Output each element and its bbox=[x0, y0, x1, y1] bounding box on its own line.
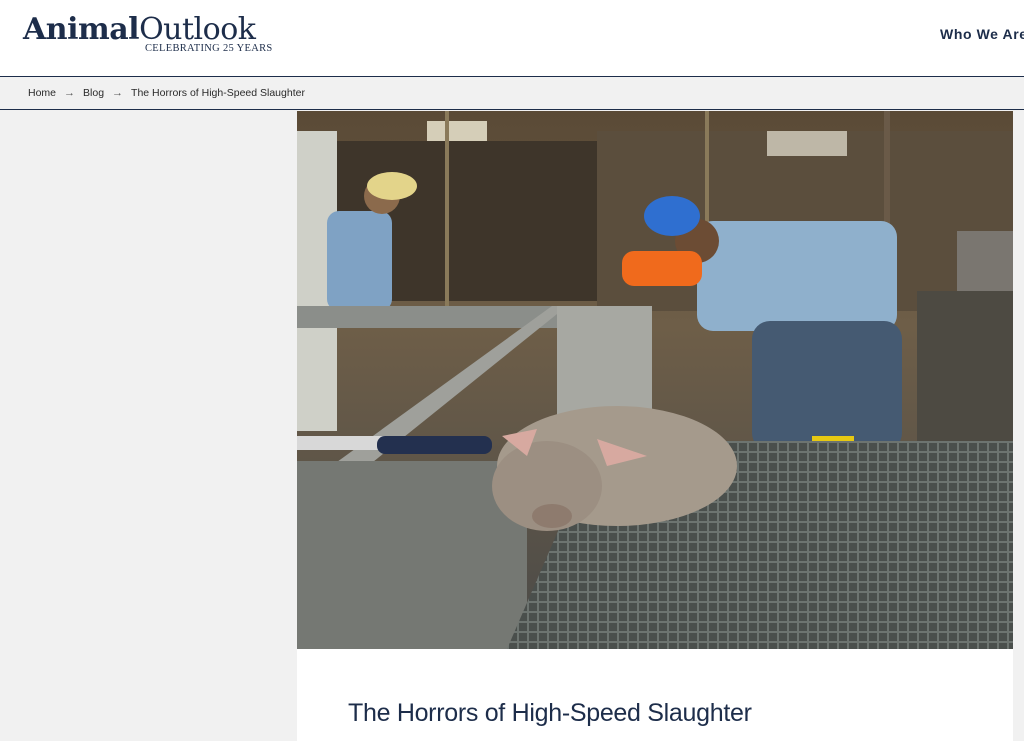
breadcrumb: Home → Blog → The Horrors of High-Speed … bbox=[0, 77, 1024, 110]
breadcrumb-arrow-icon: → bbox=[112, 87, 124, 99]
hero-photo-illustration bbox=[297, 111, 1013, 649]
breadcrumb-current: The Horrors of High-Speed Slaughter bbox=[131, 87, 305, 99]
logo-name-bold: Animal bbox=[23, 12, 140, 47]
breadcrumb-blog[interactable]: Blog bbox=[83, 87, 104, 99]
article-title: The Horrors of High-Speed Slaughter bbox=[348, 699, 752, 727]
logo-name-light: Outlook bbox=[139, 12, 256, 47]
site-header: AnimalOutlook CELEBRATING 25 YEARS Who W… bbox=[0, 0, 1024, 77]
main-nav: Who We Are bbox=[938, 26, 1024, 44]
breadcrumb-arrow-icon: → bbox=[64, 87, 76, 99]
site-logo[interactable]: AnimalOutlook CELEBRATING 25 YEARS bbox=[23, 12, 272, 60]
breadcrumb-home[interactable]: Home bbox=[28, 87, 56, 99]
article-container: The Horrors of High-Speed Slaughter bbox=[297, 111, 1013, 741]
logo-tagline: CELEBRATING 25 YEARS bbox=[145, 43, 273, 54]
hero-image bbox=[297, 111, 1013, 649]
nav-item-who-we-are[interactable]: Who We Are bbox=[938, 26, 1024, 42]
